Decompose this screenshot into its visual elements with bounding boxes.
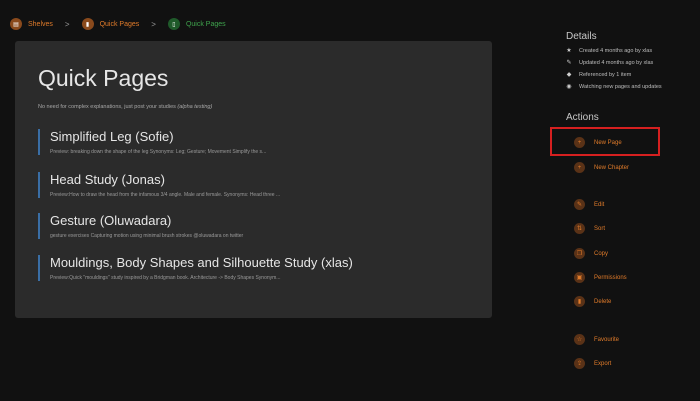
new-chapter-button[interactable]: + New Chapter <box>574 162 629 173</box>
detail-referenced-text[interactable]: Referenced by 1 item <box>579 72 631 78</box>
pencil-icon: ✎ <box>574 199 585 210</box>
book-description-note: (alpha testing) <box>177 104 213 110</box>
breadcrumb-current[interactable]: ▯ Quick Pages <box>167 18 226 30</box>
trash-icon: ▮ <box>574 296 585 307</box>
plus-icon: + <box>574 162 585 173</box>
permissions-label: Permissions <box>594 274 627 281</box>
export-button[interactable]: ⇪ Export <box>574 358 611 369</box>
details-heading: Details <box>566 31 597 42</box>
export-icon: ⇪ <box>574 358 585 369</box>
detail-watching: ◉ Watching new pages and updates <box>566 83 662 91</box>
delete-button[interactable]: ▮ Delete <box>574 296 611 307</box>
link-icon: ◆ <box>566 72 572 78</box>
page-entry-preview: gesture exercises Capturing motion using… <box>50 233 244 239</box>
breadcrumb-separator: > <box>151 19 156 29</box>
new-chapter-label: New Chapter <box>594 164 630 171</box>
page-entry-preview: Preview:How to draw the head from the in… <box>50 192 281 198</box>
copy-icon: ❐ <box>574 248 585 259</box>
breadcrumb-shelves-label: Shelves <box>28 20 53 28</box>
page-entry[interactable]: Gesture (Oluwadara) gesture exercises Ca… <box>38 213 478 239</box>
book-content-card: Quick Pages No need for complex explanat… <box>15 41 492 318</box>
breadcrumb-shelves[interactable]: ▤ Shelves <box>10 18 53 30</box>
page-entry-title[interactable]: Mouldings, Body Shapes and Silhouette St… <box>50 255 478 270</box>
book-description-text: No need for complex explanations, just p… <box>38 104 176 110</box>
page-icon: ▯ <box>167 18 180 30</box>
detail-created-text: Created 4 months ago by xlas <box>579 47 653 54</box>
page-entry-title[interactable]: Head Study (Jonas) <box>50 172 478 187</box>
page-title: Quick Pages <box>38 65 169 91</box>
favourite-label: Favourite <box>594 336 620 343</box>
page-entry[interactable]: Simplified Leg (Sofie) Preview: breaking… <box>38 129 478 155</box>
lock-icon: ▣ <box>574 272 585 283</box>
copy-button[interactable]: ❐ Copy <box>574 248 608 259</box>
page-entry-title[interactable]: Simplified Leg (Sofie) <box>50 129 478 144</box>
breadcrumb-separator: > <box>64 19 70 29</box>
page-entry-preview: Preview:Quick "mouldings" study inspired… <box>50 275 281 281</box>
book-icon: ▮ <box>81 18 94 30</box>
page-entry-title[interactable]: Gesture (Oluwadara) <box>50 213 478 228</box>
permissions-button[interactable]: ▣ Permissions <box>574 272 627 283</box>
edit-label: Edit <box>594 201 605 208</box>
breadcrumb: ▤ Shelves > ▮ Quick Pages > ▯ Quick Page… <box>10 15 226 33</box>
eye-icon: ◉ <box>566 84 572 90</box>
page-entry-preview: Preview: breaking down the shape of the … <box>50 149 267 155</box>
edit-button[interactable]: ✎ Edit <box>574 199 604 210</box>
delete-label: Delete <box>594 298 612 305</box>
breadcrumb-chapter-label: Quick Pages <box>99 20 140 28</box>
sort-label: Sort <box>594 225 606 232</box>
actions-heading: Actions <box>566 112 599 123</box>
page-entry[interactable]: Mouldings, Body Shapes and Silhouette St… <box>38 255 478 281</box>
star-icon: ☆ <box>574 334 585 345</box>
detail-created: ★ Created 4 months ago by xlas <box>566 47 653 55</box>
detail-updated: ✎ Updated 4 months ago by xlas <box>566 59 654 67</box>
new-page-highlight-box <box>550 127 660 156</box>
detail-updated-text: Updated 4 months ago by xlas <box>579 59 654 66</box>
page-entry[interactable]: Head Study (Jonas) Preview:How to draw t… <box>38 172 478 198</box>
shelves-icon: ▤ <box>10 18 22 30</box>
book-description: No need for complex explanations, just p… <box>38 104 212 110</box>
favourite-button[interactable]: ☆ Favourite <box>574 334 619 345</box>
detail-watching-text: Watching new pages and updates <box>579 83 662 90</box>
breadcrumb-current-label: Quick Pages <box>185 20 226 28</box>
star-icon: ★ <box>566 48 572 54</box>
breadcrumb-chapter[interactable]: ▮ Quick Pages <box>81 18 140 30</box>
copy-label: Copy <box>594 250 609 257</box>
sort-icon: ⇅ <box>574 223 585 234</box>
export-label: Export <box>594 360 612 367</box>
sort-button[interactable]: ⇅ Sort <box>574 223 605 234</box>
detail-referenced[interactable]: ◆ Referenced by 1 item <box>566 71 632 79</box>
pencil-icon: ✎ <box>566 60 572 66</box>
